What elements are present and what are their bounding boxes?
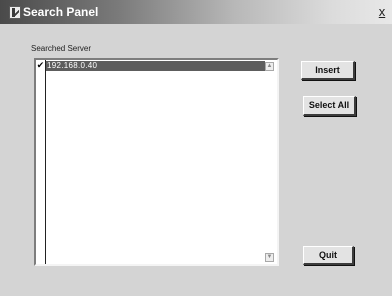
checkbox-checked-icon[interactable]: ✔ xyxy=(36,61,45,70)
title-bar[interactable]: Search Panel x xyxy=(0,0,392,24)
searched-server-label: Searched Server xyxy=(31,44,92,53)
app-logo-icon xyxy=(9,6,21,19)
insert-button[interactable]: Insert xyxy=(301,61,355,80)
scroll-down-arrow-icon[interactable]: ▼ xyxy=(265,253,274,262)
server-address: 192.168.0.40 xyxy=(47,61,98,70)
server-listbox[interactable]: ✔ 192.168.0.40 ▲ ▼ xyxy=(34,58,279,266)
close-button[interactable]: x xyxy=(375,4,389,20)
scroll-up-arrow-icon[interactable]: ▲ xyxy=(265,62,274,71)
select-all-button[interactable]: Select All xyxy=(303,96,356,116)
checkbox-column: ✔ xyxy=(36,60,46,264)
quit-button[interactable]: Quit xyxy=(303,246,354,265)
list-item[interactable]: 192.168.0.40 xyxy=(46,61,265,71)
window-title: Search Panel xyxy=(23,5,99,19)
